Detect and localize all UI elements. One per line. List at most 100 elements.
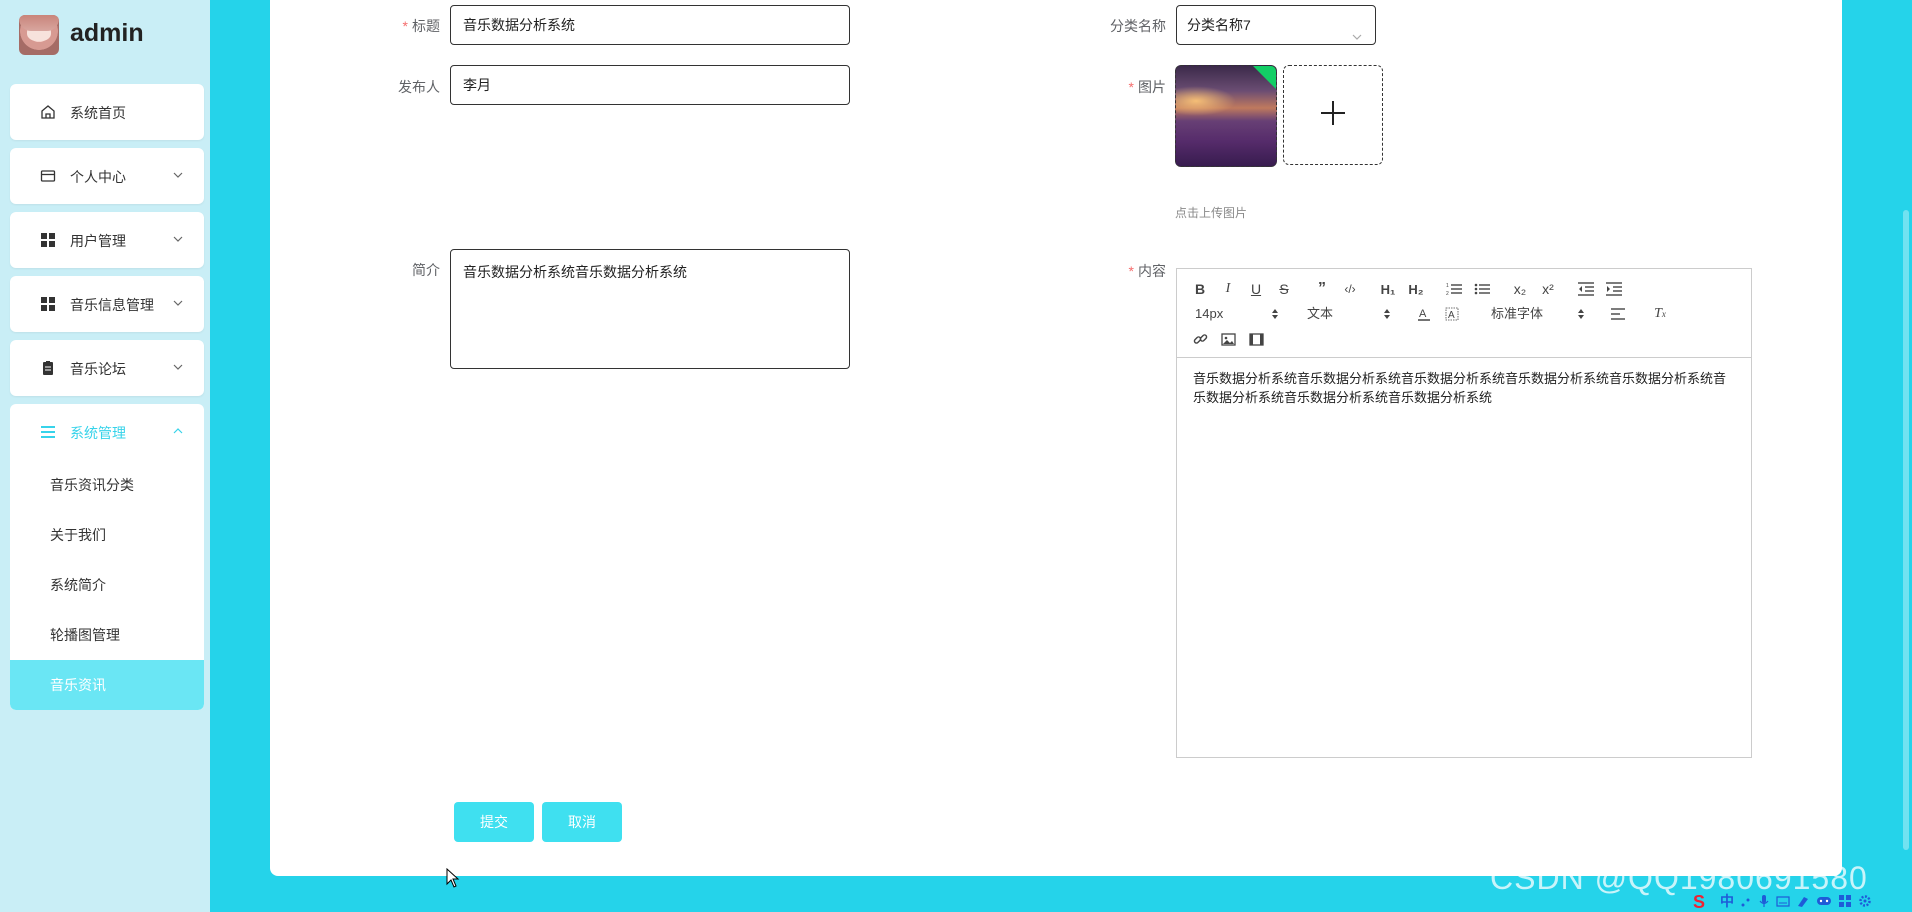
cancel-button[interactable]: 取消 [542,802,622,842]
sidebar-item-personal-center[interactable]: 个人中心 [10,148,204,204]
category-selected-value: 分类名称7 [1187,17,1251,33]
font-size-value: 14px [1195,306,1224,321]
font-family-value: 标准字体 [1491,306,1544,321]
svg-text:S: S [1693,892,1705,911]
indent-icon [1606,282,1622,296]
ordered-list-button[interactable]: 12 [1443,279,1465,299]
editor-content[interactable]: 音乐数据分析系统音乐数据分析系统音乐数据分析系统音乐数据分析系统音乐数据分析系统… [1193,369,1738,407]
avatar[interactable] [19,15,59,55]
content-label-text: 内容 [1138,263,1166,279]
indent-button[interactable] [1603,279,1625,299]
header1-button[interactable]: H₁ [1377,279,1399,299]
sidebar-item-home[interactable]: 系统首页 [10,84,204,140]
required-mark: * [1128,263,1134,279]
italic-button[interactable]: I [1217,279,1239,299]
outdent-button[interactable] [1575,279,1597,299]
microphone-icon[interactable] [1758,894,1770,908]
submenu-item-about-us[interactable]: 关于我们 [10,510,204,560]
gamepad-icon[interactable] [1816,895,1832,907]
sidebar-header: admin [0,0,210,70]
submenu-item-music-news[interactable]: 音乐资讯 [10,660,204,710]
publisher-label-text: 发布人 [398,79,440,95]
settings-gear-icon[interactable] [1858,894,1872,908]
text-color-button[interactable]: A [1413,304,1435,324]
submit-button[interactable]: 提交 [454,802,534,842]
plus-icon [1318,98,1348,133]
link-icon [1193,333,1207,344]
category-select[interactable]: 分类名称7 [1176,5,1376,45]
card-icon [40,168,56,184]
image-button[interactable] [1217,329,1239,349]
publisher-input[interactable] [450,65,850,105]
bold-button[interactable]: B [1189,279,1211,299]
keyboard-icon[interactable] [1776,895,1790,907]
header2-button[interactable]: H₂ [1405,279,1427,299]
updown-icon [1577,307,1585,321]
mouse-cursor-icon [446,867,460,888]
underline-button[interactable]: U [1245,279,1267,299]
submenu-item-news-category[interactable]: 音乐资讯分类 [10,460,204,510]
title-input[interactable] [450,5,850,45]
required-mark: * [1128,79,1134,95]
svg-text:2: 2 [1446,291,1449,296]
sidebar-item-label: 个人中心 [70,169,126,185]
chevron-down-icon [1351,19,1363,40]
category-label: 分类名称 [1066,16,1166,36]
intro-label: 简介 [340,260,440,280]
upload-tip: 点击上传图片 [1175,206,1248,220]
ime-mode-label[interactable]: 中 [1720,891,1734,911]
superscript-button[interactable]: x² [1537,279,1559,299]
sidebar-item-label: 系统管理 [70,425,126,441]
blockquote-button[interactable]: ” [1311,279,1333,299]
text-color-icon: A [1418,308,1430,321]
updown-icon [1383,307,1391,321]
home-icon [40,104,56,120]
chevron-down-icon [172,360,184,372]
sidebar-item-music-forum[interactable]: 音乐论坛 [10,340,204,396]
code-block-button[interactable]: ‹/› [1339,279,1361,299]
align-button[interactable] [1607,304,1629,324]
chevron-down-icon [172,168,184,180]
align-left-icon [1611,308,1625,320]
sidebar-item-system-management[interactable]: 系统管理 [10,404,204,460]
uploaded-image-thumbnail[interactable] [1175,65,1277,167]
rich-text-editor: B I U S ” ‹/› H₁ H₂ 12 x₂ x² 14px 文本 A A… [1176,268,1752,758]
upload-image-button[interactable] [1283,65,1383,165]
editor-toolbar: B I U S ” ‹/› H₁ H₂ 12 x₂ x² 14px 文本 A A… [1177,269,1751,358]
video-button[interactable] [1245,329,1267,349]
bullet-list-button[interactable] [1471,279,1493,299]
clipboard-icon [40,360,56,376]
chevron-down-icon [172,232,184,244]
skin-icon[interactable] [1796,894,1810,908]
required-mark: * [402,18,408,34]
chevron-down-icon [172,296,184,308]
bullet-list-icon [1474,283,1490,295]
toolbox-icon[interactable] [1838,894,1852,908]
sidebar-item-music-info[interactable]: 音乐信息管理 [10,276,204,332]
intro-label-text: 简介 [412,262,440,278]
sogou-ime-icon[interactable]: S [1692,891,1714,911]
sidebar-item-label: 音乐论坛 [70,361,126,377]
clear-format-button[interactable]: Tx [1649,304,1671,324]
page-scrollbar[interactable] [1903,210,1909,850]
strike-button[interactable]: S [1273,279,1295,299]
font-family-picker[interactable]: 标准字体 [1491,304,1585,324]
punctuation-icon[interactable] [1740,894,1752,908]
link-button[interactable] [1189,329,1211,349]
updown-icon [1271,307,1279,321]
background-color-icon: A [1445,307,1459,321]
submenu-item-system-intro[interactable]: 系统简介 [10,560,204,610]
sidebar: admin 系统首页 个人中心 用户管理 音乐信息管理 音乐论坛 系统管理 音乐… [0,0,210,912]
sidebar-item-label: 用户管理 [70,233,126,249]
submenu-item-carousel[interactable]: 轮播图管理 [10,610,204,660]
grid-icon [40,296,56,312]
publisher-label: 发布人 [340,77,440,97]
header-picker[interactable]: 文本 [1307,304,1391,324]
intro-textarea[interactable]: 音乐数据分析系统音乐数据分析系统 [450,249,850,369]
font-size-picker[interactable]: 14px [1195,304,1279,324]
sidebar-menu: 系统首页 个人中心 用户管理 音乐信息管理 音乐论坛 系统管理 音乐资讯分类 关… [10,84,204,718]
background-color-button[interactable]: A [1441,304,1463,324]
sidebar-item-label: 音乐信息管理 [70,297,154,313]
subscript-button[interactable]: x₂ [1509,279,1531,299]
sidebar-item-user-management[interactable]: 用户管理 [10,212,204,268]
